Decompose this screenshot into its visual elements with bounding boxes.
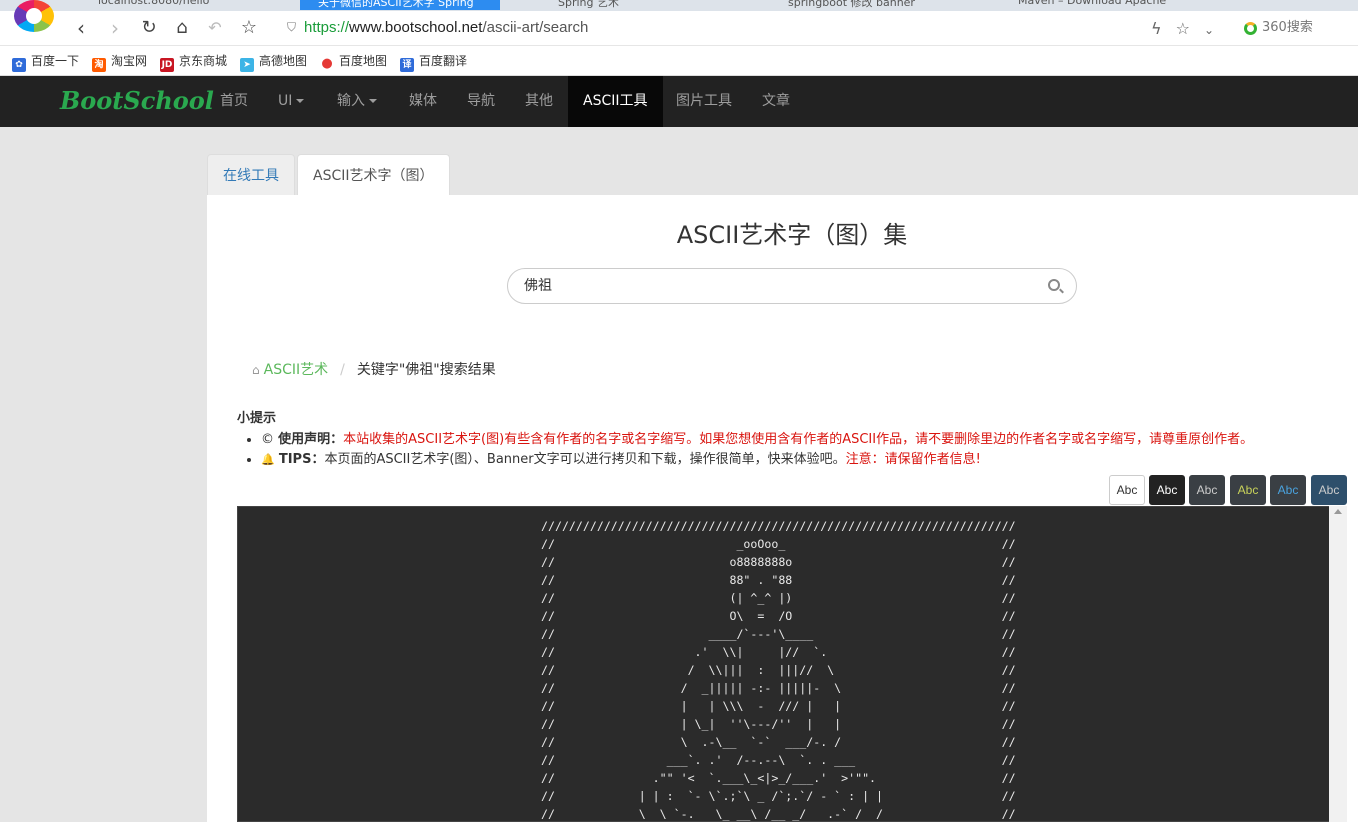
bookmark-label: 淘宝网: [111, 54, 148, 68]
forward-icon[interactable]: ›: [104, 17, 126, 39]
browser-tab[interactable]: localhost:8080/hello: [80, 0, 290, 10]
tips-heading: 小提示: [237, 411, 277, 426]
star-icon[interactable]: ☆: [238, 17, 260, 39]
url-host: www.bootschool.net: [349, 19, 483, 36]
ascii-art-text[interactable]: ////////////////////////////////////////…: [541, 517, 1016, 821]
bookmark-baidu[interactable]: ✿ 百度一下: [12, 52, 79, 72]
address-bar-actions: ϟ☆⌄: [1151, 19, 1228, 38]
breadcrumb-current: 关键字"佛祖"搜索结果: [356, 362, 496, 378]
scroll-up-icon[interactable]: [1334, 509, 1342, 514]
tip-text: 本页面的ASCII艺术字(图）、Banner文字可以进行拷贝和下载，操作很简单，…: [324, 452, 846, 467]
tips-section: 小提示 © 使用声明：本站收集的ASCII艺术字(图)有些含有作者的名字或名字缩…: [237, 407, 1357, 470]
theme-button-black[interactable]: Abc: [1149, 475, 1185, 505]
bookmark-label: 高德地图: [259, 54, 308, 68]
amap-icon: ➤: [240, 58, 254, 72]
tip-label: 使用声明：: [278, 432, 344, 447]
tips-list: © 使用声明：本站收集的ASCII艺术字(图)有些含有作者的名字或名字缩写。如果…: [261, 430, 1357, 470]
url-path: /ascii-art/search: [482, 19, 589, 36]
bookmark-label: 百度翻译: [419, 54, 468, 68]
nav-media[interactable]: 媒体: [394, 76, 452, 127]
browser-tab[interactable]: Maven – Download Apache: [1000, 0, 1210, 10]
bell-icon: 🔔: [261, 453, 275, 466]
caret-down-icon: [296, 99, 305, 103]
bookmark-jd[interactable]: JD 京东商城: [160, 52, 227, 72]
theme-button-yellow[interactable]: Abc: [1230, 475, 1266, 505]
art-scrollbar[interactable]: [1329, 506, 1347, 822]
search-engine-box[interactable]: 360搜索: [1236, 17, 1358, 41]
home-icon[interactable]: ⌂: [171, 17, 193, 39]
theme-button-blue[interactable]: Abc: [1270, 475, 1306, 505]
paw-icon: ✿: [12, 58, 26, 72]
translate-icon: 译: [400, 58, 414, 72]
tip-item-disclaimer: © 使用声明：本站收集的ASCII艺术字(图)有些含有作者的名字或名字缩写。如果…: [261, 430, 1357, 450]
breadcrumb: ⌂ ASCII艺术 / 关键字"佛祖"搜索结果: [252, 359, 496, 379]
browser-logo-icon[interactable]: [14, 0, 54, 32]
browser-tab-strip: localhost:8080/hello 关于微信的ASCII艺术字 Sprin…: [0, 0, 1358, 11]
search-icon[interactable]: [1048, 279, 1060, 291]
bookmark-baidu-translate[interactable]: 译百度翻译: [400, 52, 467, 72]
url-field[interactable]: https://www.bootschool.net/ascii-art/sea…: [304, 19, 588, 36]
breadcrumb-home-link[interactable]: ASCII艺术: [264, 362, 329, 378]
ascii-art-display[interactable]: ////////////////////////////////////////…: [237, 506, 1347, 822]
lightning-icon[interactable]: ϟ: [1151, 19, 1176, 38]
theme-button-dark-gray[interactable]: Abc: [1189, 475, 1225, 505]
home-icon: ⌂: [252, 363, 260, 377]
theme-button-white[interactable]: Abc: [1109, 475, 1145, 505]
reload-icon[interactable]: ↻: [138, 17, 160, 39]
tip-item-tips: 🔔 TIPS：本页面的ASCII艺术字(图）、Banner文字可以进行拷贝和下载…: [261, 450, 1357, 470]
breadcrumb-separator: /: [340, 362, 345, 378]
nav-ascii-tools[interactable]: ASCII工具: [568, 76, 663, 127]
site-brand-logo[interactable]: BootSchool: [60, 86, 214, 115]
main-panel: ASCII艺术字（图）集 ⌂ ASCII艺术 / 关键字"佛祖"搜索结果 小提示 © …: [207, 195, 1358, 822]
search-engine-placeholder: 360搜索: [1262, 20, 1313, 35]
url-scheme: https://: [304, 19, 350, 36]
undo-icon[interactable]: ↶: [204, 17, 226, 39]
bookmark-label: 百度一下: [31, 54, 80, 68]
nav-ui-label: UI: [278, 93, 293, 109]
site-navbar: BootSchool 首页 UI 输入 媒体 导航 其他 ASCII工具 图片工…: [0, 76, 1358, 127]
tip-text: 本站收集的ASCII艺术字(图)有些含有作者的名字或名字缩写。如果您想使用含有作…: [343, 432, 1254, 447]
address-bar: ‹ › ↻ ⌂ ↶ ☆ ⛉ https://www.bootschool.net…: [0, 11, 1358, 46]
security-shield-icon[interactable]: ⛉: [287, 20, 296, 35]
tab-ascii-art[interactable]: ASCII艺术字（图）: [297, 154, 450, 196]
nav-input-label: 输入: [337, 93, 365, 109]
copyright-icon: ©: [261, 432, 274, 447]
bookmark-taobao[interactable]: 淘淘宝网: [92, 52, 147, 72]
back-icon[interactable]: ‹: [70, 17, 92, 39]
browser-tab[interactable]: Spring 艺术: [540, 0, 740, 10]
nav-navigation[interactable]: 导航: [452, 76, 510, 127]
bookmark-star-icon[interactable]: ☆: [1176, 19, 1204, 38]
bookmark-label: 百度地图: [339, 54, 388, 68]
theme-button-navy[interactable]: Abc: [1311, 475, 1347, 505]
taobao-icon: 淘: [92, 58, 106, 72]
bookmarks-bar: ✿ 百度一下 淘淘宝网 JD 京东商城 ➤ 高德地图 ● 百度地图 译百度翻译: [0, 46, 1358, 76]
chevron-down-icon[interactable]: ⌄: [1204, 23, 1228, 37]
browser-tab[interactable]: springboot 修改 banner: [770, 0, 980, 10]
nav-other[interactable]: 其他: [510, 76, 568, 127]
browser-tab-active[interactable]: 关于微信的ASCII艺术字 Spring: [300, 0, 500, 10]
search-box: [507, 268, 1077, 304]
tip-label: TIPS：: [278, 452, 325, 467]
nav-articles[interactable]: 文章: [747, 76, 805, 127]
jd-icon: JD: [160, 58, 174, 72]
caret-down-icon: [369, 99, 377, 103]
tab-online-tools[interactable]: 在线工具: [207, 154, 295, 196]
nav-ui[interactable]: UI: [263, 76, 319, 127]
360-logo-icon: [1244, 22, 1257, 35]
tip-note: 注意：请保留作者信息!: [845, 452, 981, 467]
bookmark-label: 京东商城: [179, 54, 228, 68]
page-title: ASCII艺术字（图）集: [676, 221, 908, 249]
nav-image-tools[interactable]: 图片工具: [661, 76, 747, 127]
nav-home[interactable]: 首页: [205, 76, 263, 127]
bookmark-amap[interactable]: ➤ 高德地图: [240, 52, 307, 72]
search-input[interactable]: [524, 277, 1024, 293]
nav-input[interactable]: 输入: [322, 76, 392, 127]
map-pin-icon: ●: [321, 56, 333, 71]
bookmark-baidu-map[interactable]: ● 百度地图: [320, 52, 387, 71]
